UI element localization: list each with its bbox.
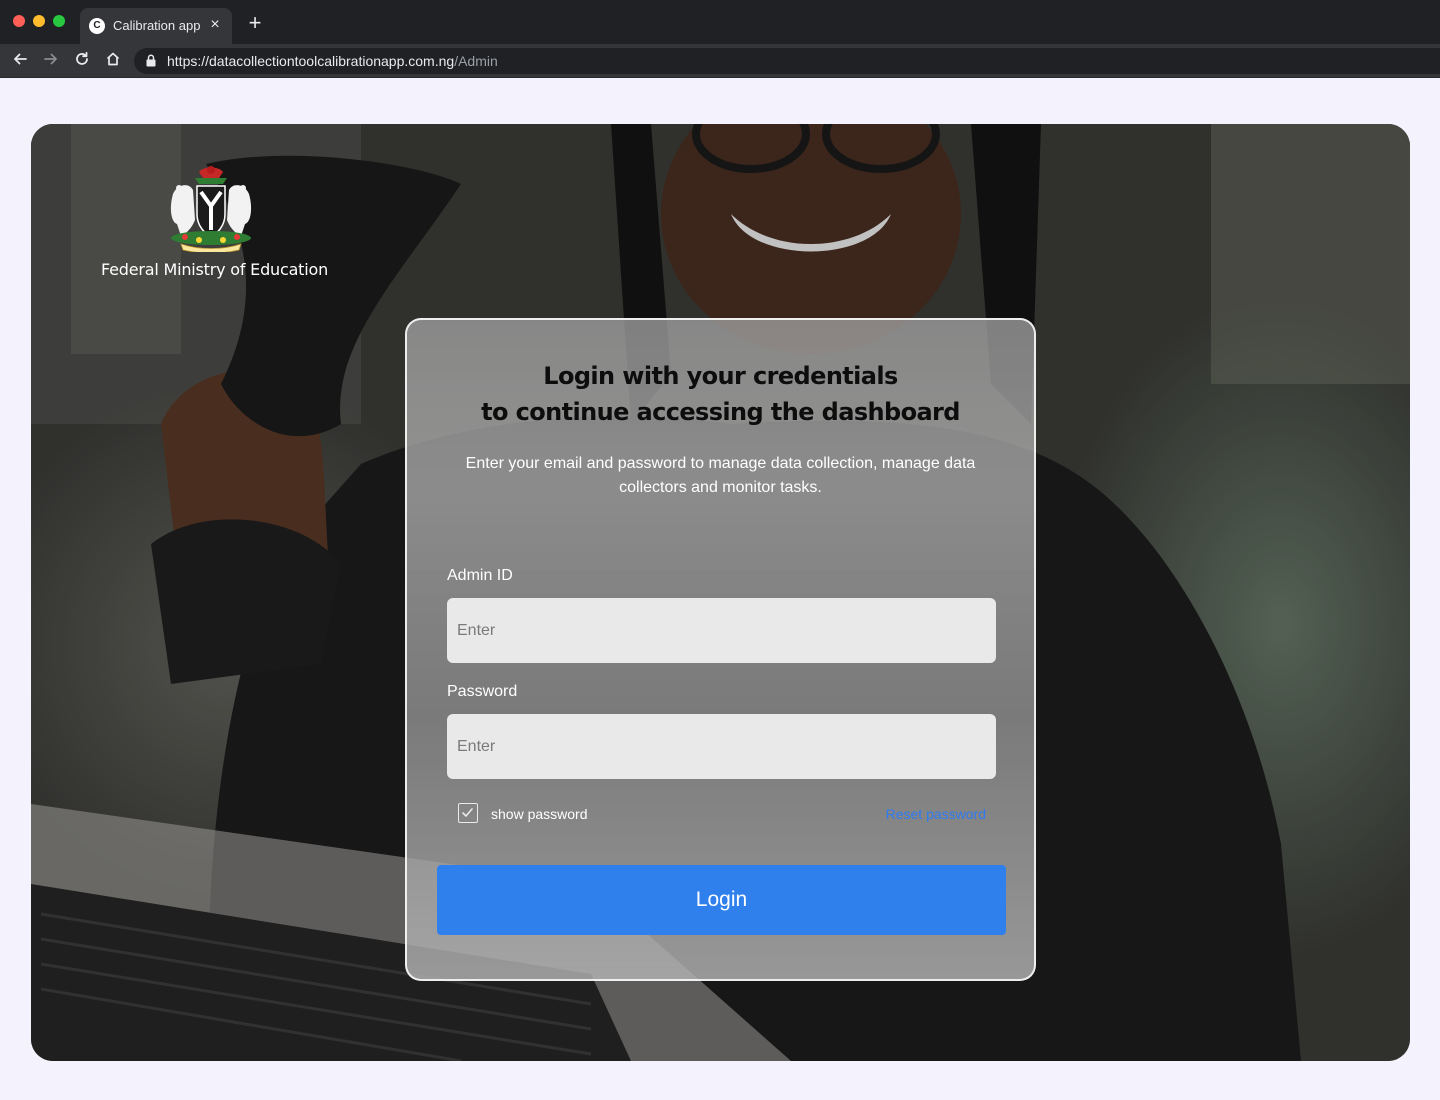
browser-tab[interactable]: C Calibration app × <box>80 8 232 44</box>
browser-tab-bar: C Calibration app × + <box>0 0 1440 44</box>
window-minimize-control[interactable] <box>33 15 45 27</box>
window-close-control[interactable] <box>13 15 25 27</box>
tab-close-icon[interactable]: × <box>207 17 223 33</box>
window-zoom-control[interactable] <box>53 15 65 27</box>
browser-toolbar: https://datacollectiontoolcalibrationapp… <box>0 44 1440 78</box>
password-input[interactable] <box>447 714 996 779</box>
login-card: Login with your credentials to continue … <box>405 318 1036 981</box>
forward-arrow-icon[interactable] <box>41 51 61 71</box>
password-label: Password <box>447 683 518 700</box>
login-subtitle: Enter your email and password to manage … <box>465 455 976 496</box>
reset-password-link[interactable]: Reset password <box>886 805 986 823</box>
login-title: Login with your credentials to continue … <box>407 358 1034 430</box>
checkmark-icon <box>462 808 473 817</box>
admin-id-input[interactable] <box>447 598 996 663</box>
show-password-toggle[interactable]: show password <box>458 803 658 825</box>
url-path: /Admin <box>454 53 498 69</box>
admin-id-label: Admin ID <box>447 567 513 584</box>
lock-icon <box>146 54 156 72</box>
hero-background: Federal Ministry of Education Login with… <box>31 124 1410 1061</box>
reload-icon[interactable] <box>72 51 92 71</box>
show-password-label: show password <box>491 806 588 822</box>
show-password-checkbox[interactable] <box>458 803 478 823</box>
tab-title: Calibration app <box>113 18 201 33</box>
back-arrow-icon[interactable] <box>10 51 30 71</box>
new-tab-icon[interactable]: + <box>244 12 266 34</box>
login-button[interactable]: Login <box>437 865 1006 935</box>
nigeria-coat-of-arms-icon <box>170 166 252 252</box>
home-icon[interactable] <box>103 51 123 71</box>
url-text: https://datacollectiontoolcalibrationapp… <box>167 53 498 69</box>
address-bar[interactable]: https://datacollectiontoolcalibrationapp… <box>134 48 1440 74</box>
ministry-name: Federal Ministry of Education <box>101 260 329 279</box>
login-title-line-2: to continue accessing the dashboard <box>481 398 960 426</box>
url-host: https://datacollectiontoolcalibrationapp… <box>167 53 455 69</box>
tab-favicon-icon: C <box>89 18 105 34</box>
login-title-line-1: Login with your credentials <box>543 362 898 390</box>
ministry-brand: Federal Ministry of Education <box>101 164 329 279</box>
